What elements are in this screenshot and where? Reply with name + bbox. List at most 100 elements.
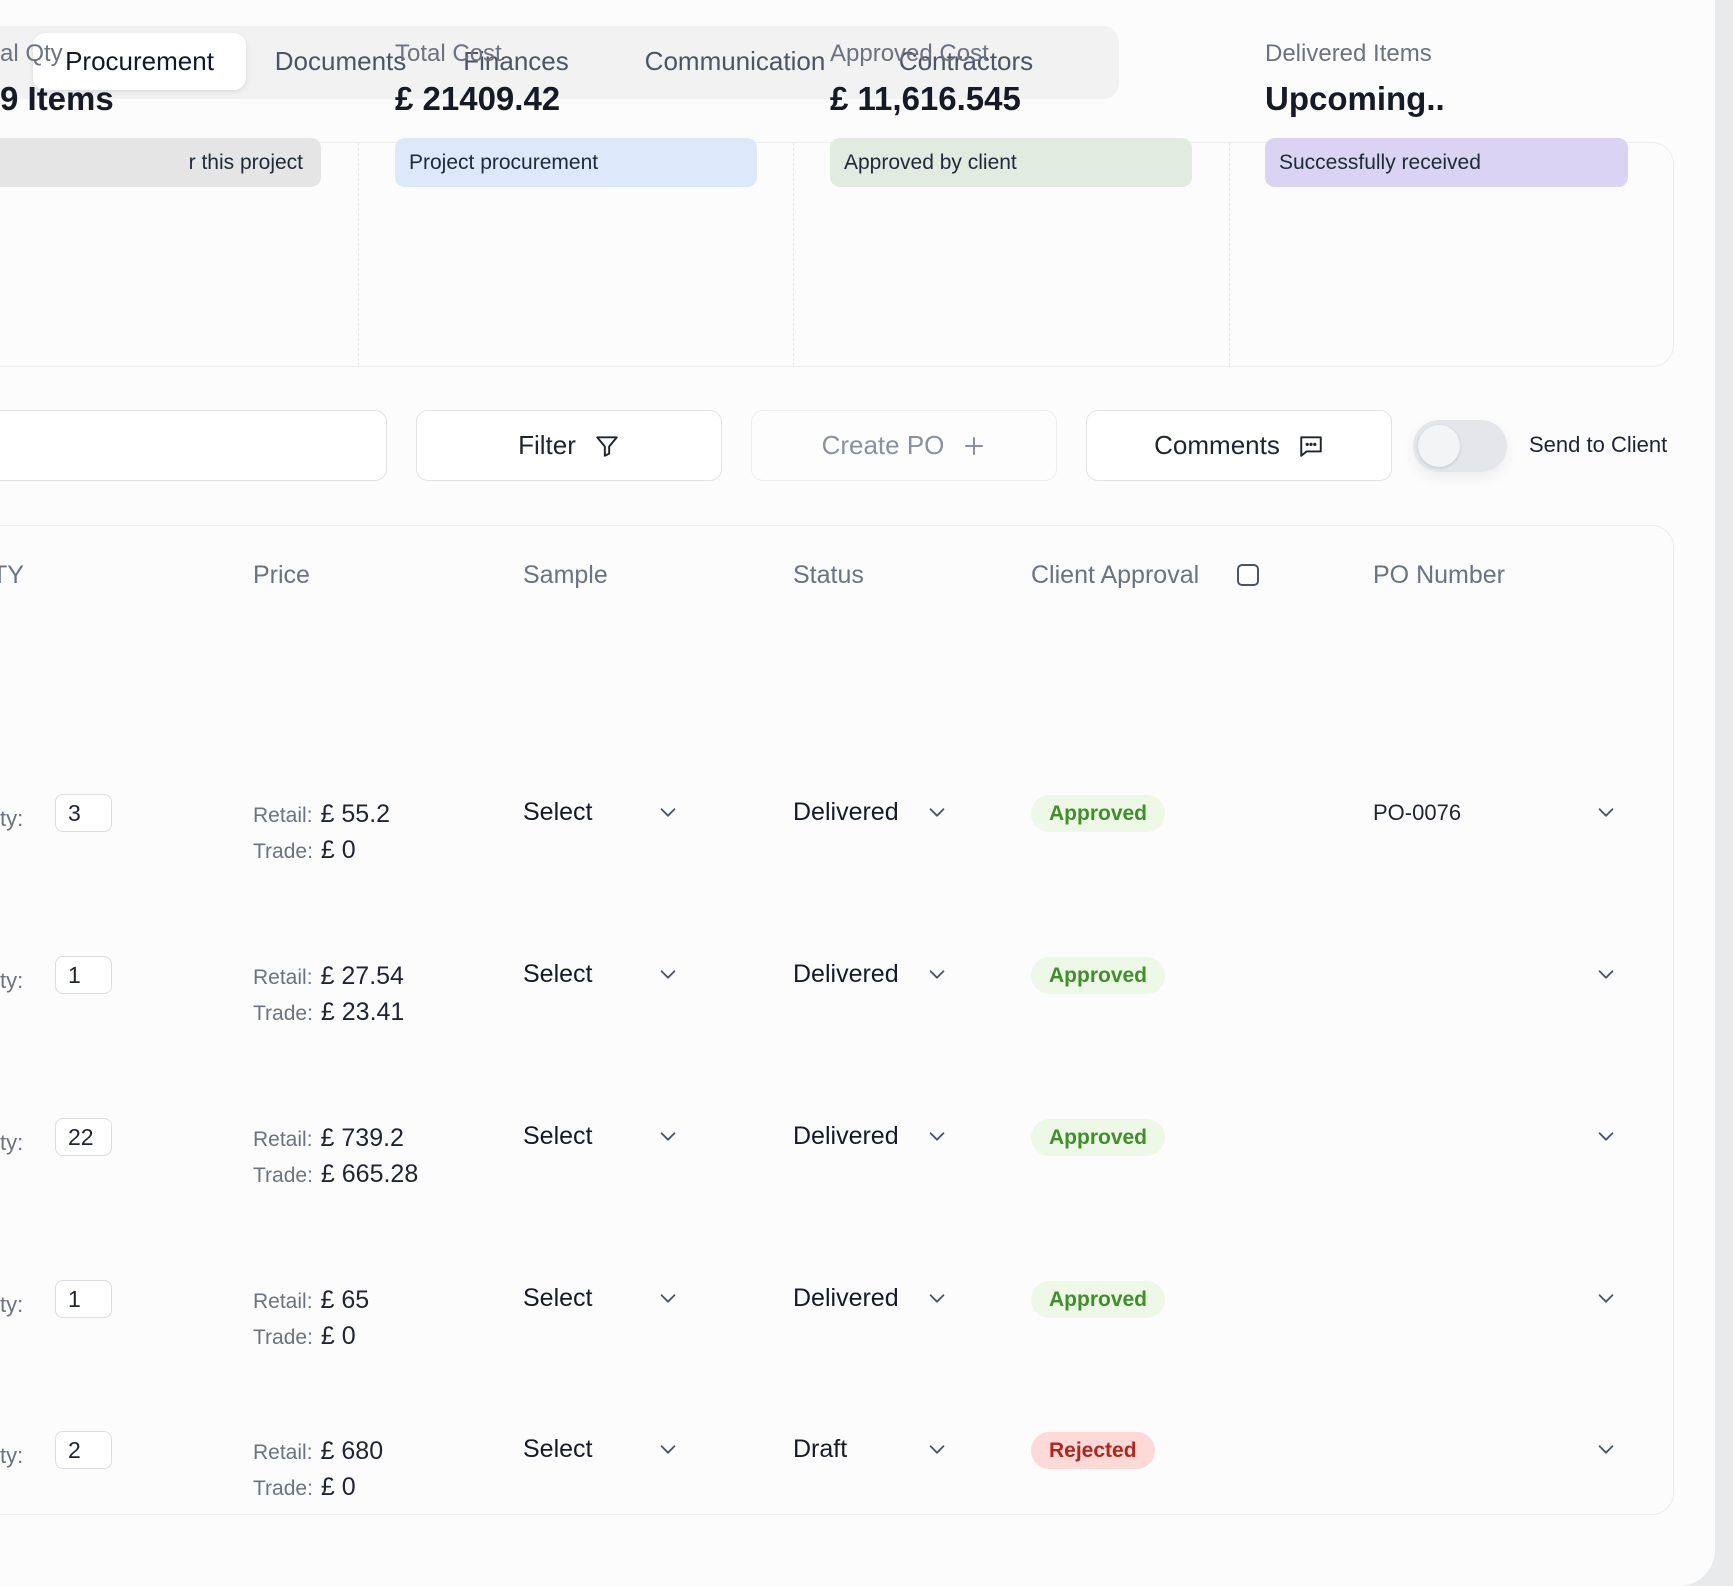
sample-select[interactable]: Select — [523, 786, 683, 838]
chevron-down-icon — [657, 1125, 679, 1152]
status-select[interactable]: Delivered — [793, 948, 953, 1000]
row-expand-chevron-icon[interactable] — [1595, 1438, 1617, 1465]
qty-input[interactable]: 22 — [55, 1118, 112, 1156]
table-row: ty: 2 Retail: £ 680 Trade: £ 0 Select Draft Reje… — [0, 1423, 1715, 1533]
approval-badge: Approved — [1031, 795, 1166, 832]
table-row: ty: 3 Retail: £ 55.2 Trade: £ 0 Select Delivere… — [0, 786, 1715, 896]
retail-price: Retail: £ 65 — [253, 1286, 369, 1315]
sample-select-value: Select — [523, 959, 593, 988]
stat-label: Approved Cost — [830, 40, 989, 67]
tab-communication[interactable]: Communication — [624, 33, 846, 90]
create-po-button[interactable]: Create PO — [751, 410, 1057, 481]
trade-value: £ 0 — [320, 836, 356, 864]
trade-label: Trade: — [253, 1326, 313, 1349]
stat-badge: Project procurement — [395, 138, 757, 187]
chevron-down-icon — [926, 1125, 948, 1152]
stat-label: al Qty — [0, 40, 63, 67]
search-input[interactable] — [0, 410, 387, 481]
trade-label: Trade: — [253, 1477, 313, 1500]
qty-input[interactable]: 1 — [55, 956, 112, 994]
sample-select-value: Select — [523, 1434, 593, 1463]
stat-divider — [793, 143, 794, 366]
comments-button-label: Comments — [1154, 430, 1280, 460]
retail-label: Retail: — [253, 1128, 313, 1151]
stat-value: 9 Items — [0, 80, 114, 117]
table-row: ty: 1 Retail: £ 65 Trade: £ 0 Select Delivered A… — [0, 1272, 1715, 1382]
chevron-down-icon — [657, 1438, 679, 1465]
status-select[interactable]: Draft — [793, 1423, 953, 1475]
stat-label: Total Cost — [395, 40, 502, 67]
sample-select-value: Select — [523, 1121, 593, 1150]
status-select[interactable]: Delivered — [793, 786, 953, 838]
stat-divider — [358, 143, 359, 366]
status-select-value: Delivered — [793, 959, 899, 988]
sample-select[interactable]: Select — [523, 948, 683, 1000]
column-header-price: Price — [253, 561, 310, 589]
qty-label: ty: — [0, 806, 24, 831]
qty-label: ty: — [0, 1130, 24, 1155]
qty-input[interactable]: 1 — [55, 1280, 112, 1318]
filter-button[interactable]: Filter — [416, 410, 722, 481]
retail-value: £ 680 — [320, 1437, 384, 1465]
retail-price: Retail: £ 739.2 — [253, 1124, 404, 1153]
retail-value: £ 65 — [320, 1286, 370, 1314]
po-number: PO-0076 — [1373, 800, 1462, 825]
retail-price: Retail: £ 680 — [253, 1437, 383, 1466]
stat-divider — [1229, 143, 1230, 366]
trade-price: Trade: £ 665.28 — [253, 1160, 418, 1189]
qty-input[interactable]: 2 — [55, 1431, 112, 1469]
sample-select[interactable]: Select — [523, 1272, 683, 1324]
retail-label: Retail: — [253, 1441, 313, 1464]
stat-badge: r this project — [0, 138, 321, 187]
column-header-client-approval: Client Approval — [1031, 561, 1200, 589]
select-all-checkbox[interactable] — [1237, 564, 1259, 586]
trade-value: £ 0 — [320, 1322, 356, 1350]
sample-select[interactable]: Select — [523, 1423, 683, 1475]
toggle-knob — [1418, 425, 1460, 467]
retail-label: Retail: — [253, 804, 313, 827]
stat-label: Delivered Items — [1265, 40, 1432, 67]
status-select-value: Draft — [793, 1434, 848, 1463]
create-po-button-label: Create PO — [821, 430, 945, 460]
retail-label: Retail: — [253, 966, 313, 989]
plus-icon — [962, 434, 986, 458]
status-select[interactable]: Delivered — [793, 1272, 953, 1324]
qty-label: ty: — [0, 1292, 24, 1317]
chevron-down-icon — [657, 1287, 679, 1314]
stat-value: Upcoming.. — [1265, 80, 1445, 117]
chevron-down-icon — [926, 801, 948, 828]
table-row: ty: 22 Retail: £ 739.2 Trade: £ 665.28 Select D… — [0, 1110, 1715, 1220]
row-expand-chevron-icon[interactable] — [1595, 1287, 1617, 1314]
send-to-client-toggle[interactable] — [1413, 420, 1507, 472]
trade-label: Trade: — [253, 1002, 313, 1025]
column-header-sample: Sample — [523, 561, 608, 589]
comments-button[interactable]: Comments — [1086, 410, 1392, 481]
trade-price: Trade: £ 0 — [253, 836, 356, 865]
sample-select-value: Select — [523, 797, 593, 826]
qty-input[interactable]: 3 — [55, 794, 112, 832]
status-select-value: Delivered — [793, 797, 899, 826]
row-expand-chevron-icon[interactable] — [1595, 801, 1617, 828]
status-select[interactable]: Delivered — [793, 1110, 953, 1162]
trade-price: Trade: £ 0 — [253, 1322, 356, 1351]
sample-select[interactable]: Select — [523, 1110, 683, 1162]
table-row: ty: 1 Retail: £ 27.54 Trade: £ 23.41 Select Del… — [0, 948, 1715, 1058]
approval-badge: Approved — [1031, 1119, 1166, 1156]
row-expand-chevron-icon[interactable] — [1595, 963, 1617, 990]
chevron-down-icon — [657, 801, 679, 828]
chevron-down-icon — [926, 1287, 948, 1314]
qty-label: ty: — [0, 1443, 24, 1468]
comment-icon — [1298, 433, 1324, 459]
trade-price: Trade: £ 23.41 — [253, 998, 404, 1027]
row-expand-chevron-icon[interactable] — [1595, 1125, 1617, 1152]
trade-value: £ 0 — [320, 1473, 356, 1501]
column-header-status: Status — [793, 561, 864, 589]
approval-badge: Approved — [1031, 1281, 1166, 1318]
stat-value: £ 11,616.545 — [830, 80, 1021, 117]
retail-price: Retail: £ 55.2 — [253, 800, 390, 829]
stat-badge: Approved by client — [830, 138, 1192, 187]
column-header-qty: TY — [0, 561, 24, 589]
trade-label: Trade: — [253, 840, 313, 863]
trade-value: £ 665.28 — [320, 1160, 419, 1188]
retail-label: Retail: — [253, 1290, 313, 1313]
